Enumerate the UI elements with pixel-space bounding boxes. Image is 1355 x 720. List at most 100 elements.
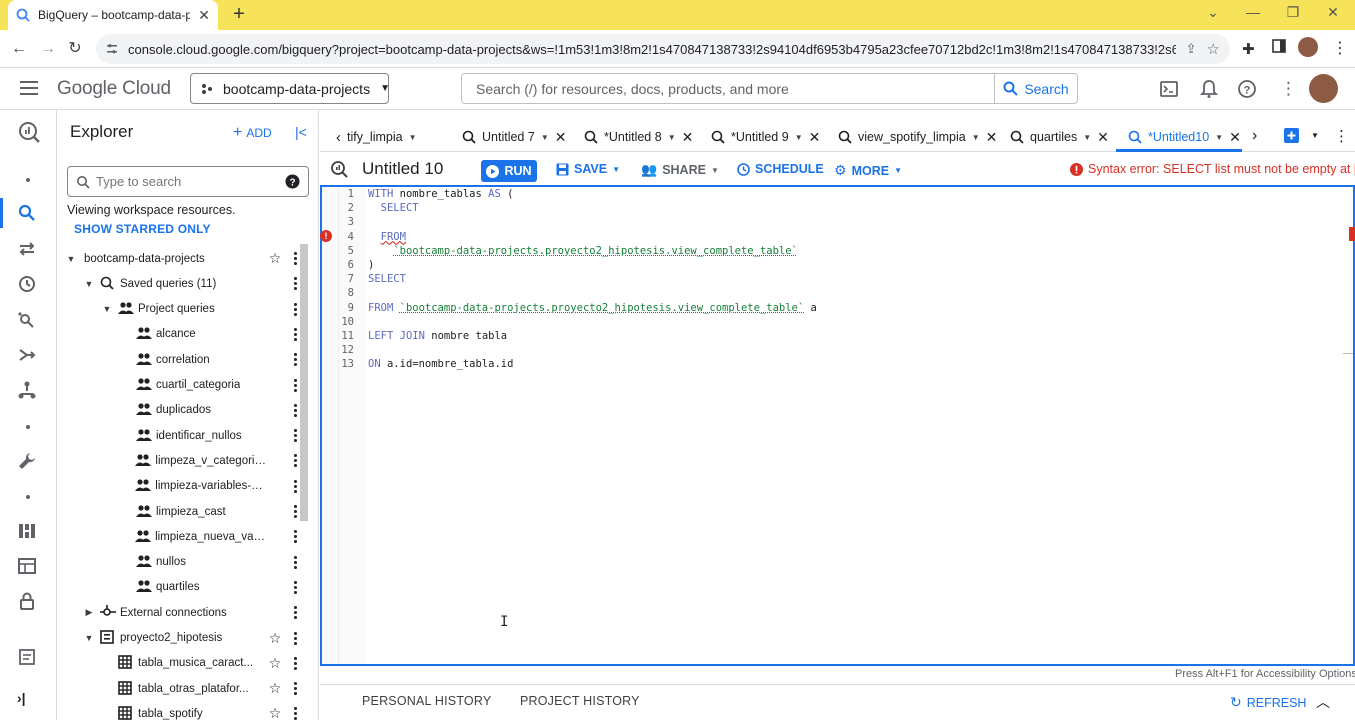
chevron-left-icon[interactable]: ‹ (336, 129, 341, 146)
editor-tab[interactable]: *Untitled 9 ▼ ✕ (711, 124, 820, 150)
wrench-tools-icon[interactable] (17, 451, 39, 473)
tree-row[interactable]: ▼ bootcamp-data-projects ☆ (60, 246, 300, 271)
profile-avatar[interactable] (1298, 37, 1318, 57)
editor-tab[interactable]: ‹ tify_limpia ▼ (336, 124, 417, 150)
scroll-tabs-right-icon[interactable]: › (1252, 127, 1257, 145)
restore-icon[interactable]: ❐ (1278, 4, 1308, 21)
transfers-icon[interactable] (17, 239, 39, 261)
editor-tab[interactable]: *Untitled 8 ▼ ✕ (584, 124, 693, 150)
editor-tab[interactable]: Untitled 7 ▼ ✕ (462, 124, 566, 150)
personal-history-tab[interactable]: PERSONAL HISTORY (362, 694, 491, 708)
tab-search-icon[interactable]: ⌄ (1198, 4, 1228, 21)
schedule-button[interactable]: SCHEDULE (737, 162, 824, 176)
search-button[interactable]: Search (994, 73, 1078, 104)
star-icon[interactable]: ☆ (266, 680, 284, 697)
project-history-tab[interactable]: PROJECT HISTORY (520, 694, 640, 708)
tab-more-icon[interactable]: ⋮ (1334, 127, 1349, 145)
analytics-hub-icon[interactable] (17, 310, 39, 332)
tab-dropdown-icon[interactable]: ▼ (795, 133, 803, 142)
editor-tab[interactable]: quartiles ▼ ✕ (1010, 124, 1109, 150)
more-actions-icon[interactable] (290, 327, 300, 341)
browser-menu-icon[interactable]: ⋮ (1332, 38, 1348, 58)
collapse-explorer-icon[interactable]: |< (295, 124, 307, 140)
share-button[interactable]: 👥 SHARE ▼ (641, 162, 719, 178)
project-selector[interactable]: bootcamp-data-projects ▼ (190, 73, 390, 104)
more-actions-icon[interactable] (290, 631, 300, 645)
capacity-management-icon[interactable] (17, 556, 39, 578)
expand-arrow-down-icon[interactable]: ▼ (82, 633, 96, 643)
extensions-icon[interactable]: ✚ (1242, 40, 1255, 58)
new-tab-dropdown-icon[interactable]: ▼ (1311, 131, 1319, 140)
help-icon[interactable]: ? (1237, 79, 1259, 101)
editor-tab[interactable]: *Untitled10 ▼ ✕ (1128, 124, 1241, 150)
more-actions-icon[interactable] (290, 555, 300, 569)
minimize-icon[interactable]: — (1238, 4, 1268, 20)
sql-editor[interactable] (320, 185, 1355, 666)
expand-rail-icon[interactable]: ›| (17, 690, 39, 712)
show-starred-link[interactable]: SHOW STARRED ONLY (74, 222, 211, 236)
explorer-search-input[interactable] (96, 174, 279, 189)
bookmark-star-icon[interactable]: ☆ (1207, 40, 1220, 58)
bi-engine-icon[interactable] (17, 521, 39, 543)
editor-tab[interactable]: view_spotify_limpia ▼ ✕ (838, 124, 997, 150)
window-close-icon[interactable]: ✕ (1318, 4, 1348, 21)
expand-arrow-down-icon[interactable]: ▼ (100, 304, 114, 314)
more-actions-icon[interactable] (290, 505, 300, 518)
tree-row[interactable]: limpieza_cast (60, 499, 300, 524)
tree-row[interactable]: limpeza_v_categoricas (60, 448, 300, 473)
browser-tab[interactable]: BigQuery – bootcamp-data-proj ✕ (8, 0, 218, 30)
close-tab-icon[interactable]: ✕ (682, 129, 694, 146)
account-avatar[interactable] (1309, 74, 1338, 103)
back-icon[interactable]: ← (8, 38, 30, 60)
tab-dropdown-icon[interactable]: ▼ (1083, 133, 1091, 142)
release-notes-icon[interactable] (17, 647, 39, 669)
more-actions-icon[interactable] (290, 580, 300, 594)
tree-row[interactable]: ▼ Saved queries (11) (60, 271, 300, 296)
refresh-button[interactable]: ↻ REFRESH (1230, 694, 1306, 711)
more-actions-icon[interactable] (290, 353, 300, 367)
reload-icon[interactable]: ↻ (64, 38, 86, 60)
add-data-button[interactable]: + ADD (233, 124, 272, 142)
tab-dropdown-icon[interactable]: ▼ (972, 133, 980, 142)
tree-row[interactable]: tabla_otras_platafor... ☆ (60, 676, 300, 701)
explorer-scrollbar[interactable] (300, 244, 308, 521)
close-tab-icon[interactable]: ✕ (1229, 129, 1241, 146)
scheduled-queries-clock-icon[interactable] (17, 274, 39, 296)
more-actions-icon[interactable] (291, 530, 300, 544)
star-icon[interactable]: ☆ (266, 705, 284, 720)
tab-dropdown-icon[interactable]: ▼ (1215, 133, 1223, 142)
code-line[interactable]: ON a.id=nombre_tabla.id (368, 358, 513, 370)
settings-menu-icon[interactable]: ⋮ (1280, 79, 1297, 99)
tree-row[interactable]: ▼ proyecto2_hipotesis ☆ (60, 626, 300, 651)
tree-row[interactable]: duplicados (60, 398, 300, 423)
tree-row[interactable]: quartiles (60, 575, 300, 600)
tree-row[interactable]: tabla_musica_caract... ☆ (60, 651, 300, 676)
forward-icon[interactable]: → (37, 38, 59, 60)
tree-row[interactable]: limpieza_nueva_varia... (60, 524, 300, 549)
sidepanel-icon[interactable] (1272, 39, 1286, 53)
tree-row[interactable]: cuartil_categoria (60, 373, 300, 398)
tree-row[interactable]: tabla_spotify ☆ (60, 701, 300, 720)
chevron-up-icon[interactable]: ︿ (1316, 692, 1330, 712)
google-cloud-logo[interactable]: Google Cloud (57, 78, 171, 100)
more-actions-icon[interactable] (290, 302, 300, 316)
code-line[interactable]: WITH nombre_tablas AS ( (368, 188, 513, 200)
more-actions-icon[interactable] (290, 252, 300, 265)
more-actions-icon[interactable] (290, 277, 300, 291)
code-line[interactable]: LEFT JOIN nombre tabla (368, 330, 507, 342)
expand-arrow-down-icon[interactable]: ▼ (82, 279, 96, 289)
new-tab-icon[interactable]: + (228, 3, 250, 25)
tab-dropdown-icon[interactable]: ▼ (409, 133, 417, 142)
share-page-icon[interactable]: ⇪ (1186, 41, 1197, 57)
tree-row[interactable]: ▶ External connections (60, 600, 300, 625)
query-title[interactable]: Untitled 10 (362, 159, 443, 179)
tree-row[interactable]: nullos (60, 550, 300, 575)
more-actions-icon[interactable] (291, 479, 300, 493)
hamburger-menu-icon[interactable] (20, 80, 38, 96)
more-actions-icon[interactable] (290, 454, 300, 468)
code-line[interactable]: FROM `bootcamp-data-projects.proyecto2_h… (368, 302, 817, 314)
more-actions-icon[interactable] (290, 606, 300, 620)
code-line[interactable]: FROM (368, 231, 406, 243)
tree-row[interactable]: alcance (60, 322, 300, 347)
notifications-bell-icon[interactable] (1199, 79, 1221, 101)
